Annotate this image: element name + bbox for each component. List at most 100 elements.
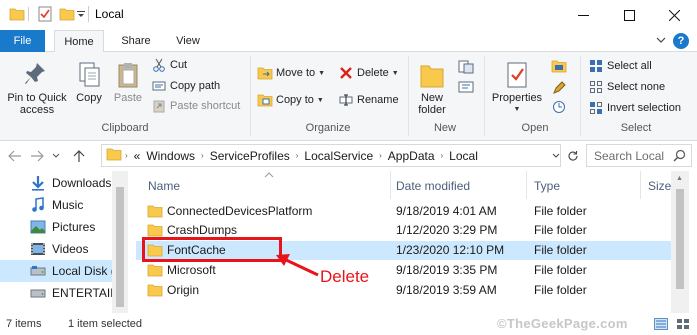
ribbon-collapse-chevron-icon[interactable] [656, 35, 666, 48]
pin-icon [4, 56, 70, 90]
search-input[interactable]: Search Local [586, 144, 692, 167]
recent-chevron-icon [52, 153, 60, 158]
address-bar[interactable]: › « Windows › ServiceProfiles › LocalSer… [101, 144, 561, 167]
status-bar: 7 items 1 item selected ©TheGeekPage.com [0, 313, 697, 335]
forward-button[interactable] [28, 147, 46, 165]
nav-item-pictures[interactable]: Pictures [0, 216, 112, 238]
nav-item-videos[interactable]: Videos [0, 238, 112, 260]
paste-shortcut-button[interactable]: Paste shortcut [151, 97, 240, 115]
nav-item-downloads[interactable]: Downloads [0, 172, 112, 194]
copy-to-label: Copy to [276, 94, 314, 106]
breadcrumb-serviceprofiles[interactable]: ServiceProfiles [210, 149, 290, 163]
properties-button[interactable]: Properties ▼ [488, 56, 546, 116]
copy-to-button[interactable]: Copy to ▼ [257, 91, 324, 109]
select-all-button[interactable]: Select all [588, 57, 652, 75]
table-row[interactable]: ConnectedDevicesPlatform 9/18/2019 4:01 … [136, 202, 671, 221]
address-overflow[interactable]: « [134, 149, 141, 163]
column-divider[interactable] [390, 171, 391, 199]
search-placeholder: Search Local [594, 148, 665, 163]
annotation-arrow-icon [276, 254, 319, 277]
refresh-button[interactable] [565, 144, 581, 167]
recent-locations-button[interactable] [50, 147, 62, 165]
edit-icon[interactable] [548, 79, 570, 97]
column-header-size[interactable]: Size [648, 175, 671, 197]
nav-item-label: Downloads [52, 176, 112, 190]
cut-button[interactable]: Cut [151, 56, 187, 74]
file-type: File folder [534, 223, 587, 237]
address-separator[interactable]: › [201, 151, 204, 160]
breadcrumb-windows[interactable]: Windows [146, 149, 195, 163]
address-chevron-icon [552, 153, 560, 158]
scroll-up-icon[interactable]: ▲ [676, 175, 683, 182]
minimize-button[interactable] [560, 0, 606, 30]
copy-path-button[interactable]: Copy path [151, 77, 220, 95]
invert-selection-icon [588, 100, 604, 116]
move-to-button[interactable]: Move to ▼ [257, 64, 325, 82]
column-header-date-modified[interactable]: Date modified [396, 175, 470, 197]
column-header-name[interactable]: Name [148, 175, 180, 197]
paste-shortcut-label: Paste shortcut [170, 100, 241, 112]
nav-item-local-disk[interactable]: Local Disk (C [0, 260, 112, 282]
up-button[interactable] [70, 147, 88, 165]
tab-home[interactable]: Home [54, 30, 104, 53]
new-folder-button[interactable]: New folder [412, 56, 452, 116]
column-divider[interactable] [640, 171, 641, 199]
forward-arrow-icon [31, 150, 44, 162]
address-folder-icon [106, 147, 122, 164]
address-dropdown-button[interactable] [548, 144, 564, 167]
address-separator[interactable]: › [441, 151, 444, 160]
group-separator [580, 56, 581, 136]
column-divider[interactable] [526, 171, 527, 199]
tab-share[interactable]: Share [112, 30, 160, 52]
file-list-scroll-thumb[interactable] [676, 189, 684, 289]
address-separator[interactable]: › [379, 151, 382, 160]
nav-item-label: Local Disk (C [52, 264, 112, 278]
new-item-icon[interactable] [456, 58, 478, 76]
copy-button[interactable]: Copy [70, 56, 108, 104]
tab-file[interactable]: File [0, 30, 45, 52]
nav-item-entertainment[interactable]: ENTERTAINN [0, 282, 112, 304]
nav-item-music[interactable]: Music [0, 194, 112, 216]
file-date: 1/23/2020 12:10 PM [396, 243, 505, 257]
move-to-label: Move to [276, 67, 316, 79]
rename-button[interactable]: Rename [338, 91, 399, 109]
back-button[interactable] [6, 147, 24, 165]
new-folder-qa-icon[interactable] [58, 5, 76, 23]
invert-selection-button[interactable]: Invert selection [588, 99, 681, 117]
music-note-icon [30, 197, 46, 213]
history-icon[interactable] [548, 98, 570, 116]
file-type: File folder [534, 283, 587, 297]
maximize-button[interactable] [606, 0, 652, 30]
table-row[interactable]: Microsoft 9/18/2019 3:35 PM File folder [136, 261, 671, 280]
file-list-scrollbar[interactable]: ▲ [671, 171, 689, 319]
column-header-type[interactable]: Type [534, 175, 560, 197]
large-icons-view-icon[interactable] [676, 318, 690, 330]
drive-icon [30, 285, 46, 301]
easy-access-icon[interactable] [456, 78, 478, 96]
paste-label: Paste [113, 92, 143, 104]
breadcrumb-localservice[interactable]: LocalService [304, 149, 373, 163]
rename-label: Rename [357, 94, 399, 106]
tab-view[interactable]: View [166, 30, 210, 52]
breadcrumb-local[interactable]: Local [449, 149, 478, 163]
details-view-icon[interactable] [654, 318, 668, 330]
close-button[interactable] [651, 0, 697, 30]
qa-customize-icon[interactable] [76, 5, 86, 23]
address-separator[interactable]: › [296, 151, 299, 160]
nav-pane-scroll-thumb[interactable] [116, 187, 124, 307]
breadcrumb-appdata[interactable]: AppData [388, 149, 435, 163]
paste-button[interactable]: Paste [108, 56, 148, 104]
help-icon[interactable]: ? [673, 33, 689, 49]
open-icon[interactable] [548, 57, 570, 75]
pin-to-quick-access-button[interactable]: Pin to Quick access [4, 56, 70, 116]
new-folder-label-line2: folder [418, 104, 446, 116]
properties-dropdown-icon: ▼ [513, 106, 521, 113]
table-row[interactable]: Origin 9/18/2019 3:59 AM File folder [136, 281, 671, 300]
item-count: 7 items [6, 318, 42, 330]
select-none-button[interactable]: Select none [588, 78, 665, 96]
delete-button[interactable]: Delete ▼ [338, 64, 399, 82]
nav-pane-scrollbar[interactable] [112, 171, 128, 335]
annotation-label: Delete [320, 267, 370, 286]
properties-checkbox-icon[interactable] [36, 5, 54, 23]
address-separator: › [125, 151, 128, 160]
